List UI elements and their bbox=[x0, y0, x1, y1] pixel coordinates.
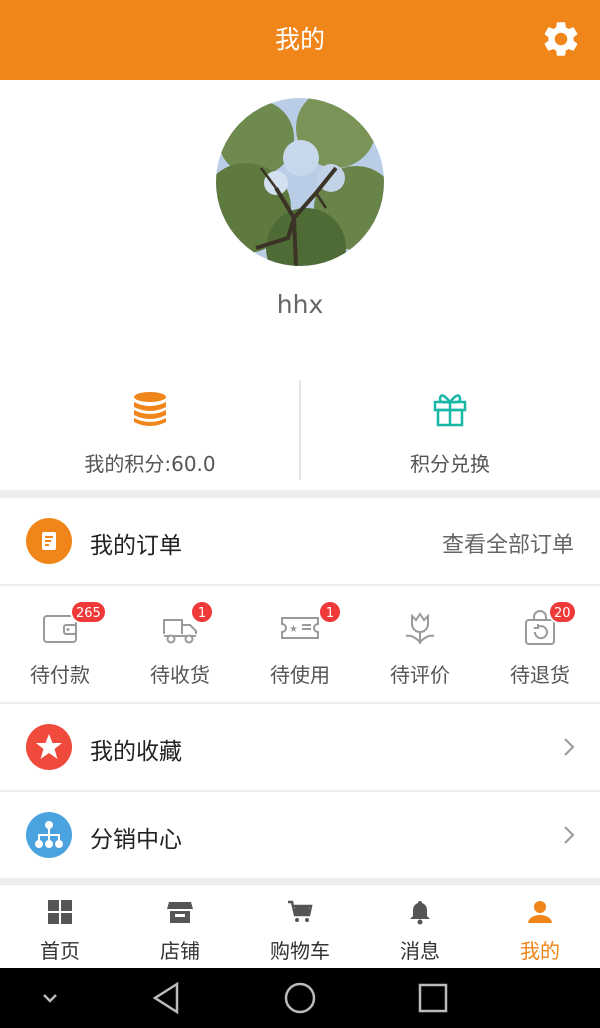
view-all-orders-link[interactable]: 查看全部订单 bbox=[442, 527, 574, 559]
page-title: 我的 bbox=[274, 25, 325, 54]
status-badge: 265 bbox=[70, 600, 107, 624]
my-orders-row[interactable]: 我的订单 查看全部订单 bbox=[0, 498, 600, 584]
order-status-row: 265 待付款 1 待收货 ★ 1 待使用 待评价 20 待退货 bbox=[0, 586, 600, 702]
points-exchange-button[interactable]: 积分兑换 bbox=[300, 370, 600, 490]
status-label: 待使用 bbox=[270, 663, 330, 687]
status-badge: 1 bbox=[190, 600, 214, 624]
back-icon[interactable] bbox=[147, 978, 187, 1018]
chevron-down-icon[interactable] bbox=[30, 978, 70, 1018]
status-pending-return[interactable]: 20 待退货 bbox=[480, 586, 600, 702]
tab-label: 我的 bbox=[520, 939, 560, 963]
store-icon bbox=[167, 902, 193, 923]
chevron-right-icon bbox=[564, 826, 575, 844]
person-icon bbox=[528, 901, 552, 923]
distribution-center-title: 分销中心 bbox=[90, 827, 182, 853]
my-orders-title: 我的订单 bbox=[90, 533, 182, 559]
bottom-tab-bar: 首页 店铺 购物车 消息 我的 bbox=[0, 884, 600, 968]
status-badge: 1 bbox=[318, 600, 342, 624]
network-icon bbox=[26, 812, 72, 858]
tab-me[interactable]: 我的 bbox=[480, 885, 600, 969]
ticket-icon: ★ bbox=[281, 617, 319, 639]
status-pending-receipt[interactable]: 1 待收货 bbox=[120, 586, 240, 702]
recents-icon[interactable] bbox=[413, 978, 453, 1018]
home-icon[interactable] bbox=[280, 978, 320, 1018]
points-panel: 我的积分:60.0 积分兑换 bbox=[0, 370, 600, 490]
gear-icon[interactable] bbox=[540, 18, 582, 60]
star-icon bbox=[26, 724, 72, 770]
my-favorites-row[interactable]: 我的收藏 bbox=[0, 704, 600, 790]
tab-label: 首页 bbox=[40, 939, 80, 963]
tab-label: 消息 bbox=[400, 939, 440, 963]
distribution-center-row[interactable]: 分销中心 bbox=[0, 792, 600, 878]
order-list-icon bbox=[26, 518, 72, 564]
status-pending-use[interactable]: ★ 1 待使用 bbox=[240, 586, 360, 702]
tab-home[interactable]: 首页 bbox=[0, 885, 120, 969]
status-label: 待评价 bbox=[390, 663, 450, 687]
system-nav-bar bbox=[0, 968, 600, 1028]
tab-shop[interactable]: 店铺 bbox=[120, 885, 240, 969]
status-label: 待付款 bbox=[30, 663, 90, 687]
my-favorites-title: 我的收藏 bbox=[90, 739, 182, 765]
tulip-icon bbox=[405, 612, 435, 644]
username: hhx bbox=[276, 290, 324, 319]
avatar[interactable] bbox=[216, 98, 384, 266]
status-pending-review[interactable]: 待评价 bbox=[360, 586, 480, 702]
tab-label: 店铺 bbox=[160, 939, 200, 963]
my-points-button[interactable]: 我的积分:60.0 bbox=[0, 370, 300, 490]
points-exchange-label: 积分兑换 bbox=[410, 452, 490, 476]
chevron-right-icon bbox=[564, 738, 575, 756]
tab-messages[interactable]: 消息 bbox=[360, 885, 480, 969]
tab-cart[interactable]: 购物车 bbox=[240, 885, 360, 969]
svg-text:★: ★ bbox=[289, 624, 298, 635]
status-label: 待收货 bbox=[150, 663, 210, 687]
grid-icon bbox=[48, 900, 72, 924]
my-points-label: 我的积分:60.0 bbox=[84, 452, 216, 476]
status-label: 待退货 bbox=[510, 663, 570, 687]
tab-label: 购物车 bbox=[270, 939, 330, 963]
profile-card: hhx bbox=[0, 80, 600, 370]
gift-icon bbox=[433, 394, 467, 427]
bell-icon bbox=[410, 901, 430, 925]
status-badge: 20 bbox=[548, 600, 577, 624]
cart-icon bbox=[288, 900, 313, 922]
avatar-photo bbox=[216, 98, 384, 266]
coins-icon bbox=[134, 392, 166, 426]
status-pending-payment[interactable]: 265 待付款 bbox=[0, 586, 120, 702]
app-header: 我的 bbox=[0, 0, 600, 80]
